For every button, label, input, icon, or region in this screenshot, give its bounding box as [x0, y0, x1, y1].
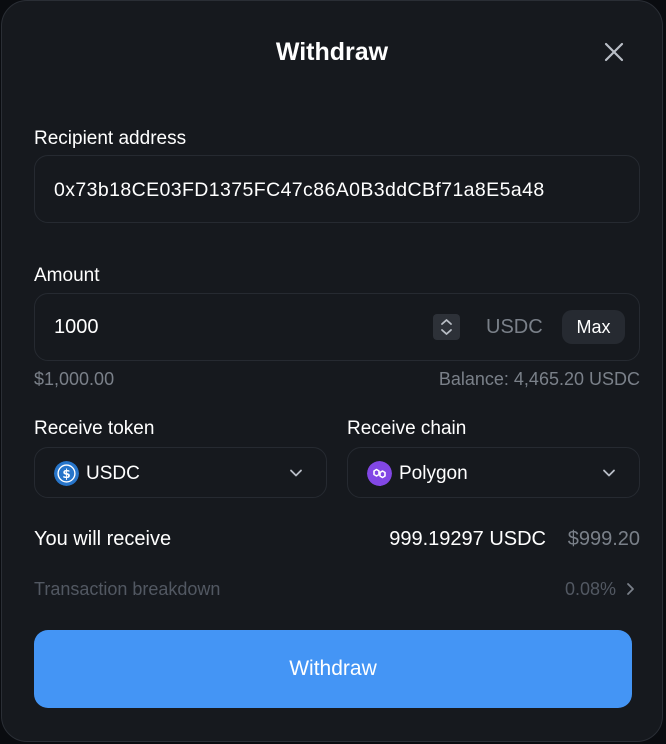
- svg-text:$: $: [62, 467, 70, 481]
- receive-usd-value: $999.20: [567, 528, 640, 550]
- chevron-down-icon[interactable]: [601, 465, 617, 481]
- receive-token-select[interactable]: $ USDC: [34, 447, 327, 498]
- modal-title: Withdraw: [275, 38, 389, 66]
- amount-label: Amount: [34, 265, 100, 286]
- polygon-icon: [367, 461, 392, 486]
- amount-stepper[interactable]: [433, 314, 460, 340]
- transaction-breakdown-link[interactable]: Transaction breakdown: [34, 578, 220, 600]
- amount-usd-value: $1,000.00: [34, 369, 115, 389]
- you-will-receive-label: You will receive: [34, 528, 172, 550]
- receive-chain-value: Polygon: [399, 463, 468, 484]
- receive-chain-label: Receive chain: [347, 418, 467, 439]
- recipient-address-value[interactable]: 0x73b18CE03FD1375FC47c86A0B3ddCBf71a8E5a…: [54, 178, 545, 202]
- receive-token-value: USDC: [86, 463, 140, 484]
- max-button[interactable]: Max: [562, 310, 625, 344]
- breakdown-percentage[interactable]: 0.08%: [565, 578, 616, 600]
- receive-token-label: Receive token: [34, 418, 155, 439]
- balance-text: Balance: 4,465.20 USDC: [438, 369, 640, 389]
- chevron-right-icon[interactable]: [624, 581, 636, 597]
- amount-field[interactable]: 1000 USDC Max: [34, 293, 640, 361]
- recipient-address-label: Recipient address: [34, 128, 187, 149]
- chevron-down-icon[interactable]: [288, 465, 304, 481]
- usdc-icon: $: [54, 461, 79, 486]
- amount-input-value[interactable]: 1000: [54, 315, 99, 339]
- stepper-arrows-icon[interactable]: [433, 314, 460, 340]
- withdraw-button[interactable]: Withdraw: [34, 630, 632, 708]
- recipient-address-field[interactable]: 0x73b18CE03FD1375FC47c86A0B3ddCBf71a8E5a…: [34, 155, 640, 223]
- amount-unit: USDC: [486, 316, 543, 338]
- receive-amount: 999.19297 USDC: [389, 528, 546, 550]
- withdraw-modal: Withdraw Recipient address 0x73b18CE03FD…: [1, 0, 663, 742]
- receive-chain-select[interactable]: Polygon: [347, 447, 640, 498]
- close-icon[interactable]: [599, 37, 629, 67]
